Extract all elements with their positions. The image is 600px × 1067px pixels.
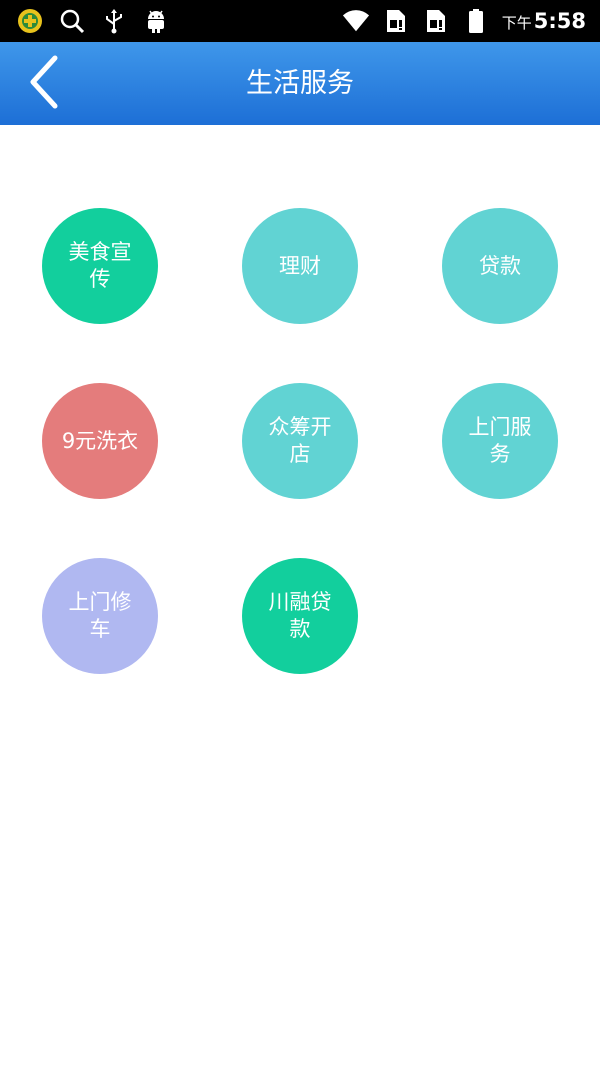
status-clock: 5:58 [533, 9, 586, 33]
service-car-repair[interactable]: 上门修车 [42, 558, 158, 674]
service-label: 9元洗衣 [61, 428, 139, 453]
service-loan[interactable]: 贷款 [442, 208, 558, 324]
status-bar: 下午 5:58 [0, 0, 600, 42]
app-logo-icon [16, 7, 44, 35]
service-label: 美食宣传 [68, 240, 132, 291]
service-food-promotion[interactable]: 美食宣传 [42, 208, 158, 324]
service-crowdfunding-store[interactable]: 众筹开店 [242, 383, 358, 499]
status-notifications [16, 6, 170, 36]
android-icon [142, 7, 170, 35]
sim-card-2-icon [422, 7, 450, 35]
service-label: 上门修车 [68, 590, 132, 641]
page-title: 生活服务 [246, 68, 354, 99]
service-label: 川融贷款 [268, 590, 332, 641]
service-home-service[interactable]: 上门服务 [442, 383, 558, 499]
service-label: 众筹开店 [268, 415, 332, 466]
battery-icon [462, 7, 490, 35]
search-icon [58, 7, 86, 35]
status-time: 下午 5:58 [502, 9, 586, 33]
back-button[interactable] [18, 54, 70, 114]
wifi-icon [342, 7, 370, 35]
title-bar: 生活服务 [0, 42, 600, 125]
status-ampm: 下午 [501, 14, 532, 32]
service-laundry[interactable]: 9元洗衣 [42, 383, 158, 499]
chevron-left-icon [27, 54, 61, 114]
sim-card-1-icon [382, 7, 410, 35]
service-label: 理财 [279, 253, 321, 278]
usb-icon [100, 7, 128, 35]
service-chuanrong-loan[interactable]: 川融贷款 [242, 558, 358, 674]
status-system: 下午 5:58 [342, 6, 586, 36]
service-label: 贷款 [479, 253, 521, 278]
service-label: 上门服务 [468, 415, 532, 466]
service-wealth-management[interactable]: 理财 [242, 208, 358, 324]
